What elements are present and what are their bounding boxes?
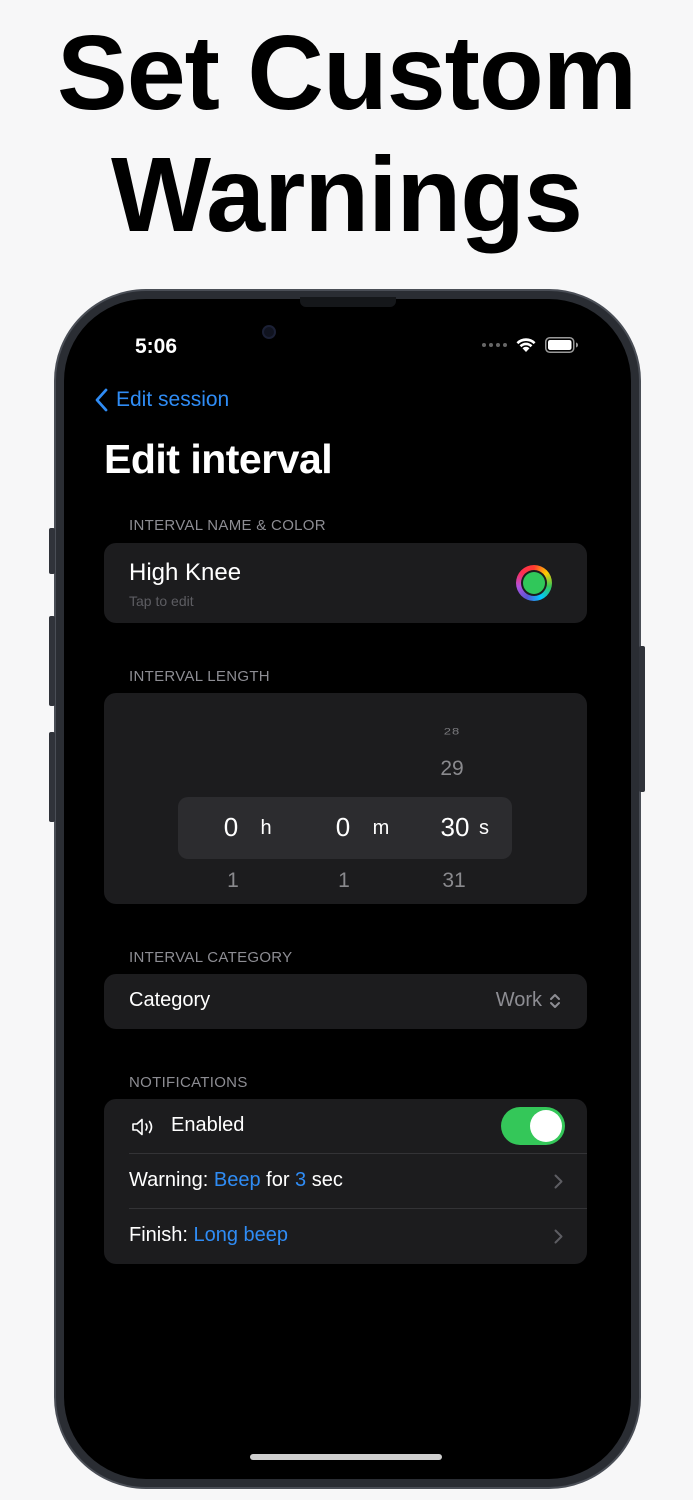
notifications-toggle[interactable] bbox=[501, 1107, 565, 1145]
seconds-option-prev1[interactable]: 29 bbox=[428, 757, 476, 781]
minutes-selected[interactable]: 0 bbox=[326, 812, 360, 843]
warning-seconds: 3 bbox=[295, 1169, 307, 1191]
section-label-name-color: INTERVAL NAME & COLOR bbox=[129, 517, 326, 534]
warning-row[interactable]: Warning: Beep for 3 sec bbox=[104, 1154, 587, 1209]
chevron-left-icon bbox=[95, 388, 108, 412]
seconds-option-next[interactable]: 31 bbox=[430, 869, 478, 893]
warning-sound: Beep bbox=[213, 1169, 261, 1191]
warning-for: for bbox=[266, 1169, 290, 1191]
headline-line-2: Warnings bbox=[111, 136, 583, 254]
status-time: 5:06 bbox=[135, 335, 178, 358]
category-value: Work bbox=[495, 989, 542, 1011]
back-button[interactable]: Edit session bbox=[94, 388, 229, 412]
warning-summary: Warning: Beep for 3 sec bbox=[129, 1169, 343, 1192]
chevron-right-icon bbox=[554, 1174, 563, 1189]
mute-switch bbox=[49, 528, 55, 574]
seconds-unit: s bbox=[479, 817, 489, 839]
status-icons bbox=[482, 337, 579, 353]
battery-icon bbox=[545, 337, 578, 353]
hours-option-next[interactable]: 1 bbox=[216, 869, 250, 893]
chevron-up-down-icon bbox=[550, 993, 560, 1008]
chevron-right-icon bbox=[554, 1229, 563, 1244]
headline-line-1: Set Custom bbox=[57, 14, 637, 132]
minutes-unit: m bbox=[372, 817, 390, 839]
seconds-option-prev2[interactable]: 28 bbox=[428, 726, 476, 737]
interval-name-hint: Tap to edit bbox=[129, 593, 194, 609]
section-label-notifications: NOTIFICATIONS bbox=[129, 1074, 248, 1091]
warning-unit: sec bbox=[311, 1169, 343, 1191]
finish-row[interactable]: Finish: Long beep bbox=[104, 1209, 587, 1264]
hours-selected[interactable]: 0 bbox=[214, 812, 248, 843]
notifications-enabled-row: Enabled bbox=[104, 1099, 587, 1154]
page-title: Edit interval bbox=[104, 436, 333, 482]
color-ring-inner bbox=[521, 570, 547, 596]
hours-unit: h bbox=[260, 817, 272, 839]
warning-prefix: Warning: bbox=[129, 1169, 209, 1191]
section-label-category: INTERVAL CATEGORY bbox=[129, 949, 293, 966]
wifi-icon bbox=[516, 338, 536, 352]
category-row[interactable]: Category Work bbox=[104, 974, 587, 1029]
category-label: Category bbox=[129, 989, 211, 1011]
interval-name: High Knee bbox=[129, 559, 242, 586]
back-label: Edit session bbox=[116, 388, 230, 411]
speaker-icon bbox=[132, 1118, 153, 1136]
category-select[interactable]: Work bbox=[496, 989, 561, 1012]
headline: Set Custom Warnings bbox=[0, 12, 693, 256]
finish-sound: Long beep bbox=[193, 1224, 289, 1246]
finish-prefix: Finish: bbox=[129, 1224, 188, 1246]
interval-name-card[interactable]: High Knee Tap to edit bbox=[104, 543, 587, 623]
earpiece-speaker bbox=[300, 297, 396, 307]
finish-summary: Finish: Long beep bbox=[129, 1224, 288, 1247]
enabled-label: Enabled bbox=[171, 1114, 245, 1136]
interval-length-picker[interactable]: 28 29 0 h 0 m 30 s 1 1 31 bbox=[104, 693, 587, 904]
seconds-selected[interactable]: 30 bbox=[432, 812, 478, 843]
signal-dots-icon bbox=[482, 343, 507, 347]
volume-up-button bbox=[49, 616, 55, 706]
toggle-knob bbox=[530, 1110, 562, 1142]
notifications-card: Enabled Warning: Beep for 3 sec Finish: … bbox=[104, 1099, 587, 1264]
interval-color-button[interactable] bbox=[516, 565, 552, 601]
front-camera bbox=[262, 325, 276, 339]
minutes-option-next[interactable]: 1 bbox=[327, 869, 361, 893]
phone-screen: 5:06 Edit session Edit interval INTERVAL… bbox=[64, 299, 631, 1479]
side-button bbox=[639, 646, 645, 792]
home-indicator[interactable] bbox=[250, 1454, 442, 1460]
volume-down-button bbox=[49, 732, 55, 822]
selected-color-swatch bbox=[523, 572, 545, 594]
section-label-length: INTERVAL LENGTH bbox=[129, 668, 270, 685]
